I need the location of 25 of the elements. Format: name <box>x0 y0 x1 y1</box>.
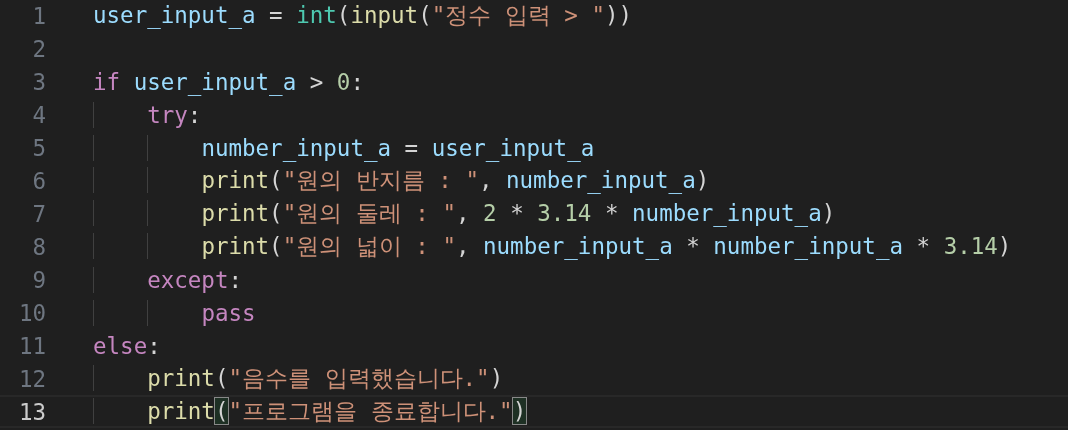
line-number: 13 <box>17 398 46 425</box>
code-line: print("프로그램을 종료합니다.") <box>93 396 527 427</box>
code-line: print("음수를 입력했습니다.") <box>93 363 504 394</box>
code-line: pass <box>93 299 256 326</box>
line-number: 12 <box>17 365 46 392</box>
code-line: print("원의 반지름 : ", number_input_a) <box>93 165 710 196</box>
line-number: 6 <box>31 167 46 194</box>
line-number: 3 <box>31 68 46 95</box>
line-number: 2 <box>31 35 46 62</box>
line-number: 5 <box>31 134 46 161</box>
code-line: try: <box>93 101 202 128</box>
code-line: print("원의 둘레 : ", 2 * 3.14 * number_input_a) <box>93 198 836 229</box>
line-number: 1 <box>31 2 46 29</box>
line-number: 9 <box>31 266 46 293</box>
line-number: 4 <box>31 101 46 128</box>
code-line: number_input_a = user_input_a <box>93 134 595 161</box>
line-number: 8 <box>31 233 46 260</box>
line-number: 10 <box>17 299 46 326</box>
code-line: print("원의 넓이 : ", number_input_a * number_input_a * 3.14) <box>93 231 1012 262</box>
code-line: except: <box>93 266 242 293</box>
code-line: else: <box>93 332 161 359</box>
line-number: 11 <box>17 332 46 359</box>
line-number: 7 <box>31 200 46 227</box>
code-line: user_input_a = int(input("정수 입력 > ")) <box>93 1 633 31</box>
code-line: if user_input_a > 0: <box>93 68 364 95</box>
